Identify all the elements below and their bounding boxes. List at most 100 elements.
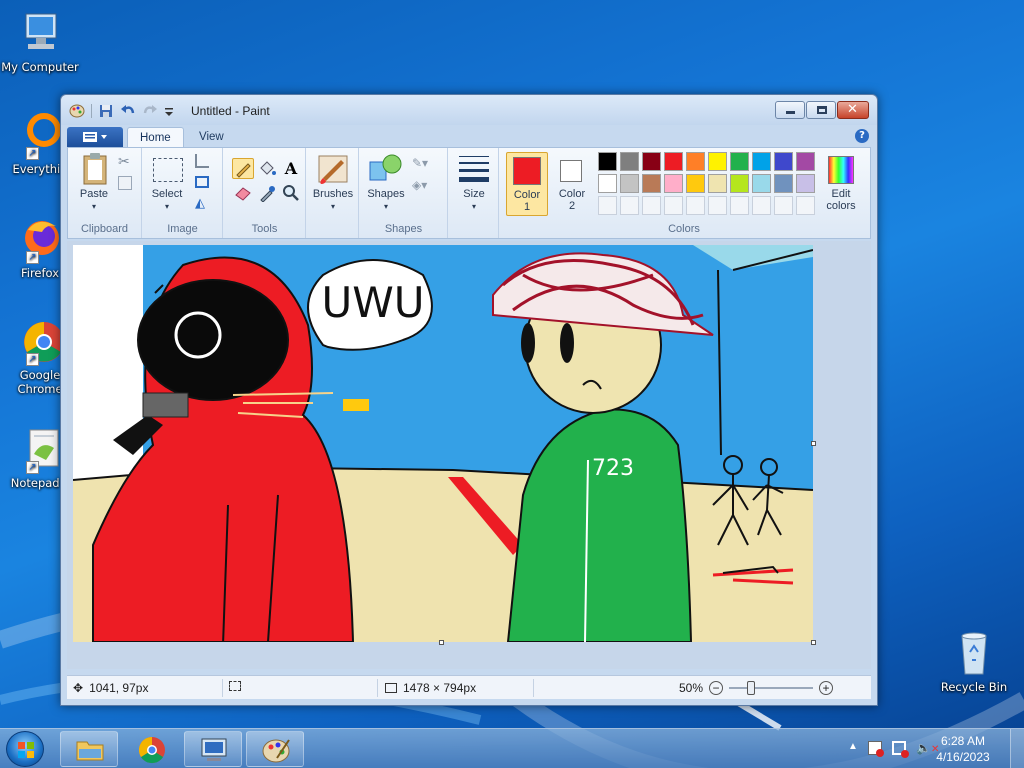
color1-number: 1 bbox=[523, 201, 531, 213]
custom-color-slot[interactable] bbox=[620, 196, 639, 215]
palette-swatch[interactable] bbox=[620, 174, 639, 193]
custom-color-slot[interactable] bbox=[598, 196, 617, 215]
network-icon[interactable] bbox=[892, 741, 909, 758]
outline-icon[interactable]: ✎▾ bbox=[412, 156, 428, 170]
custom-color-slot[interactable] bbox=[664, 196, 683, 215]
desktop-icon-recycle-bin[interactable]: Recycle Bin bbox=[934, 630, 1014, 694]
clock[interactable]: 6:28 AM 4/16/2023 bbox=[928, 733, 998, 765]
eraser-tool[interactable] bbox=[232, 182, 254, 203]
paste-button[interactable]: Paste ▾ bbox=[74, 152, 114, 214]
magnifier-tool[interactable] bbox=[280, 182, 302, 203]
brushes-button[interactable]: Brushes ▾ bbox=[311, 152, 355, 214]
palette-swatch[interactable] bbox=[664, 174, 683, 193]
zoom-out-button[interactable]: − bbox=[709, 681, 724, 695]
palette-swatch[interactable] bbox=[774, 152, 793, 171]
custom-color-slot[interactable] bbox=[642, 196, 661, 215]
shapes-button[interactable]: Shapes ▾ bbox=[364, 152, 408, 214]
color1-swatch bbox=[513, 157, 541, 185]
custom-color-slot[interactable] bbox=[752, 196, 771, 215]
redo-icon[interactable] bbox=[142, 103, 158, 119]
resize-icon[interactable] bbox=[195, 176, 209, 188]
taskbar-paint[interactable] bbox=[246, 731, 304, 767]
zoom-in-button[interactable]: + bbox=[819, 681, 834, 695]
palette-swatch[interactable] bbox=[620, 152, 639, 171]
palette-swatch[interactable] bbox=[664, 152, 683, 171]
zoom-slider-thumb[interactable] bbox=[747, 681, 756, 695]
shapes-group-label: Shapes bbox=[384, 223, 423, 235]
help-icon[interactable]: ? bbox=[855, 129, 869, 143]
image-group: Select ▾ ◭ Image bbox=[143, 148, 223, 238]
close-button[interactable]: ✕ bbox=[837, 101, 869, 119]
image-size-text: 1478 × 794px bbox=[403, 681, 477, 695]
pencil-tool[interactable] bbox=[232, 158, 254, 179]
palette-swatch[interactable] bbox=[730, 174, 749, 193]
move-cursor-icon: ✥ bbox=[73, 681, 84, 695]
custom-color-slot[interactable] bbox=[708, 196, 727, 215]
cursor-position-text: 1041, 97px bbox=[89, 681, 149, 695]
shapes-dropdown-arrow: ▾ bbox=[383, 202, 388, 211]
palette-swatch[interactable] bbox=[642, 174, 661, 193]
color2-button[interactable]: Color 2 bbox=[552, 152, 592, 216]
select-button[interactable]: Select ▾ bbox=[147, 152, 187, 214]
save-icon[interactable] bbox=[98, 103, 114, 119]
canvas-scroll-area[interactable]: UWU 723 bbox=[67, 241, 871, 669]
minimize-button[interactable] bbox=[775, 101, 805, 119]
palette-swatch[interactable] bbox=[774, 174, 793, 193]
desktop-icon-label: Recycle Bin bbox=[940, 680, 1008, 694]
select-dropdown-arrow: ▾ bbox=[164, 202, 169, 211]
resize-handle-corner[interactable] bbox=[811, 640, 816, 645]
palette-swatch[interactable] bbox=[752, 152, 771, 171]
tray-overflow-icon[interactable]: ▲ bbox=[848, 741, 858, 752]
resize-handle-bottom[interactable] bbox=[439, 640, 444, 645]
palette-swatch[interactable] bbox=[708, 174, 727, 193]
drawing-canvas[interactable]: UWU 723 bbox=[73, 245, 813, 642]
palette-swatch[interactable] bbox=[642, 152, 661, 171]
undo-icon[interactable] bbox=[120, 103, 136, 119]
taskbar-chrome[interactable] bbox=[122, 731, 180, 767]
color1-button[interactable]: Color 1 bbox=[506, 152, 548, 216]
custom-color-slot[interactable] bbox=[730, 196, 749, 215]
custom-color-slot[interactable] bbox=[686, 196, 705, 215]
paint-app-icon[interactable] bbox=[69, 103, 85, 119]
zoom-slider[interactable] bbox=[729, 681, 814, 695]
resize-handle-right[interactable] bbox=[811, 441, 816, 446]
tab-home[interactable]: Home bbox=[127, 127, 184, 149]
file-menu-button[interactable] bbox=[67, 127, 123, 147]
palette-swatch[interactable] bbox=[796, 174, 815, 193]
palette-swatch[interactable] bbox=[686, 174, 705, 193]
edit-colors-button[interactable]: Edit colors bbox=[816, 152, 864, 216]
taskbar-explorer[interactable] bbox=[60, 731, 118, 767]
tools-group-label: Tools bbox=[251, 223, 278, 235]
custom-color-slot[interactable] bbox=[774, 196, 793, 215]
fill-icon[interactable]: ◈▾ bbox=[412, 178, 427, 192]
palette-swatch[interactable] bbox=[598, 152, 617, 171]
palette-swatch[interactable] bbox=[752, 174, 771, 193]
copy-icon[interactable] bbox=[118, 176, 132, 190]
size-button[interactable]: Size ▾ bbox=[453, 152, 495, 214]
custom-color-slot[interactable] bbox=[796, 196, 815, 215]
paint-bucket-icon bbox=[260, 161, 276, 175]
show-desktop-button[interactable] bbox=[1010, 729, 1024, 768]
text-tool[interactable]: A bbox=[280, 158, 302, 179]
taskbar-rdp[interactable] bbox=[184, 731, 242, 767]
window-title: Untitled - Paint bbox=[191, 104, 270, 118]
action-center-icon[interactable] bbox=[868, 741, 884, 757]
palette-swatch[interactable] bbox=[730, 152, 749, 171]
rotate-icon[interactable]: ◭ bbox=[195, 196, 205, 211]
color-picker-tool[interactable] bbox=[256, 182, 278, 203]
clock-time: 6:28 AM bbox=[940, 734, 986, 748]
start-button[interactable] bbox=[6, 731, 44, 767]
maximize-button[interactable] bbox=[806, 101, 836, 119]
palette-swatch[interactable] bbox=[708, 152, 727, 171]
tab-view[interactable]: View bbox=[187, 127, 236, 149]
crop-icon[interactable] bbox=[195, 154, 209, 168]
customize-qat-icon[interactable] bbox=[164, 103, 174, 119]
title-bar[interactable]: Untitled - Paint ✕ bbox=[61, 95, 877, 125]
desktop-icon-label: My Computer bbox=[1, 60, 79, 74]
desktop-icon-my-computer[interactable]: My Computer bbox=[0, 10, 80, 74]
cut-icon[interactable]: ✂ bbox=[118, 154, 130, 170]
fill-tool[interactable] bbox=[256, 158, 278, 179]
palette-swatch[interactable] bbox=[796, 152, 815, 171]
palette-swatch[interactable] bbox=[598, 174, 617, 193]
palette-swatch[interactable] bbox=[686, 152, 705, 171]
